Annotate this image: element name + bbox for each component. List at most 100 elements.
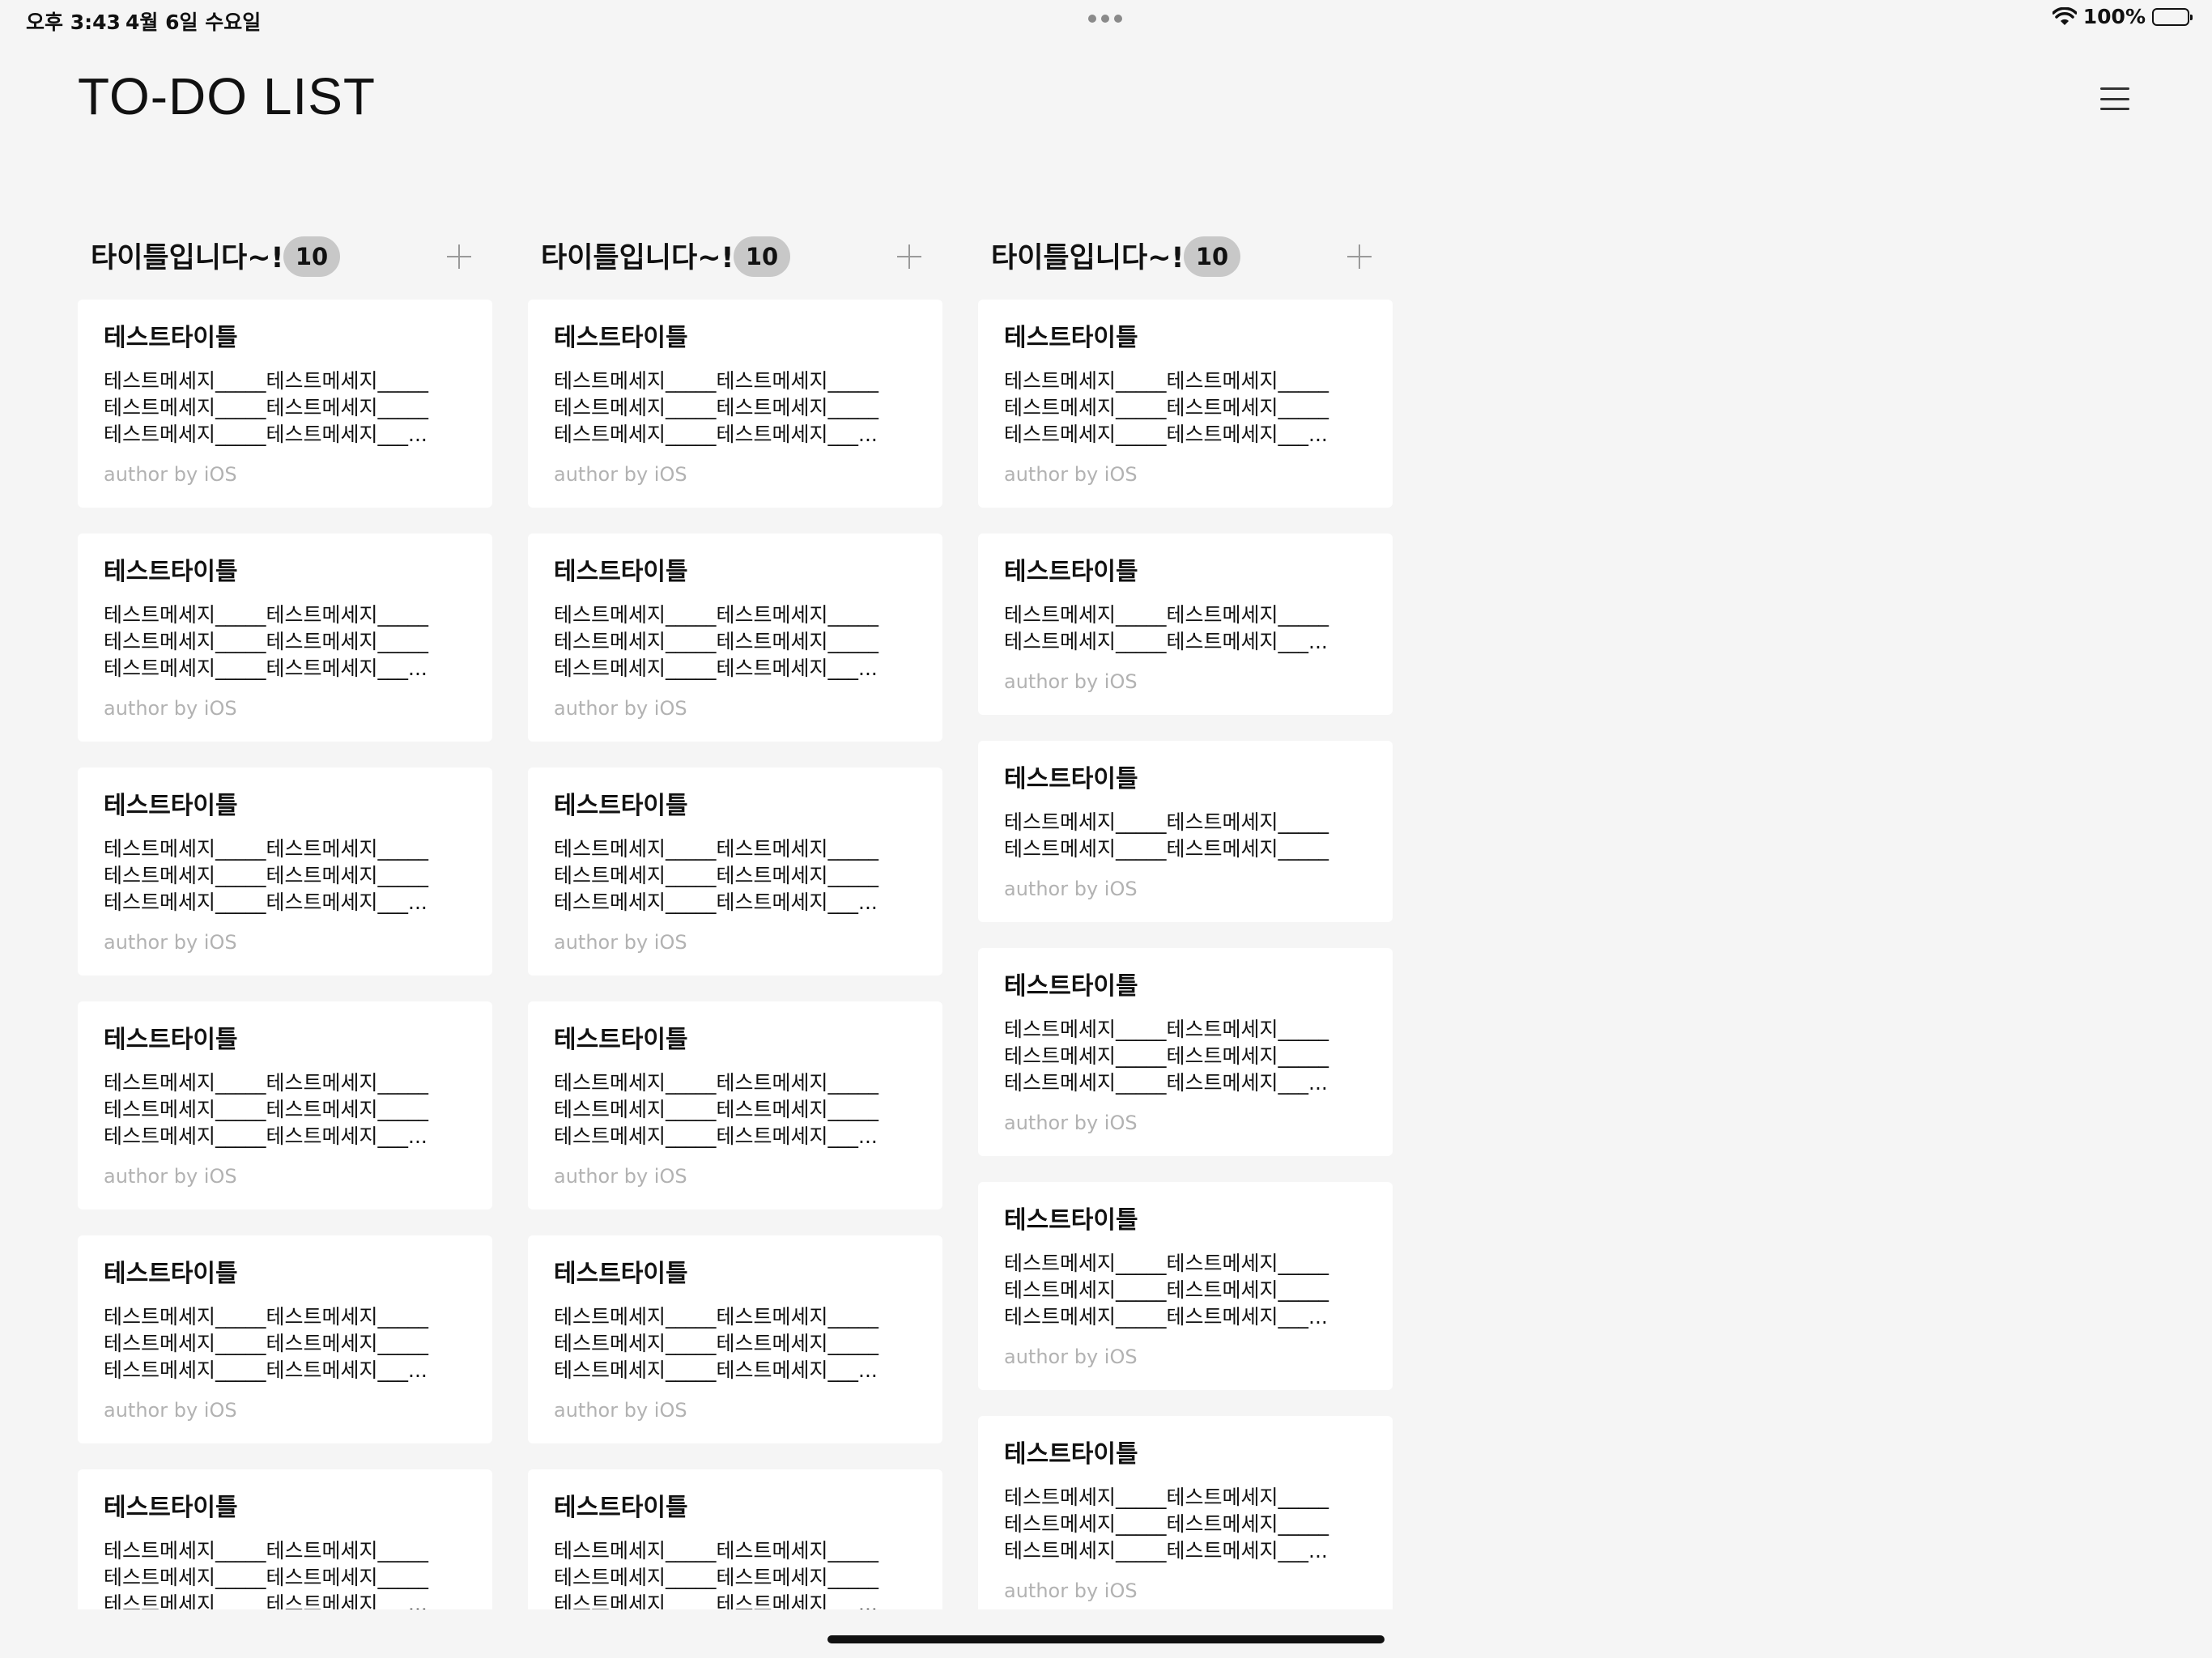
card-title: 테스트타이틀 xyxy=(104,558,238,586)
card-author: author by iOS xyxy=(104,931,237,954)
column-header: 타이틀입니다~! 10 xyxy=(78,233,492,278)
todo-card[interactable]: 테스트타이틀테스트메세지_____테스트메세지_____ 테스트메세지_____… xyxy=(528,1001,942,1209)
column-header: 타이틀입니다~! 10 xyxy=(528,233,942,278)
card-title: 테스트타이틀 xyxy=(104,1494,238,1522)
todo-card[interactable]: 테스트타이틀테스트메세지_____테스트메세지_____ 테스트메세지_____… xyxy=(528,1469,942,1609)
column-3: 타이틀입니다~! 10 테스트타이틀테스트메세지_____테스트메세지_____… xyxy=(978,233,1393,1609)
card-body: 테스트메세지_____테스트메세지_____ 테스트메세지_____테스트메세지… xyxy=(554,837,879,914)
card-body: 테스트메세지_____테스트메세지_____ 테스트메세지_____테스트메세지… xyxy=(554,1071,879,1148)
card-title: 테스트타이틀 xyxy=(1004,765,1138,793)
column-count-badge: 10 xyxy=(1184,236,1240,277)
card-title: 테스트타이틀 xyxy=(1004,1440,1138,1469)
add-card-icon[interactable] xyxy=(897,244,921,269)
card-body: 테스트메세지_____테스트메세지_____ 테스트메세지_____테스트메세지… xyxy=(104,603,429,680)
todo-card[interactable]: 테스트타이틀테스트메세지_____테스트메세지_____ 테스트메세지_____… xyxy=(978,1416,1393,1609)
card-title: 테스트타이틀 xyxy=(1004,1206,1138,1235)
card-author: author by iOS xyxy=(1004,1112,1138,1134)
home-indicator[interactable] xyxy=(827,1635,1385,1643)
card-list: 테스트타이틀테스트메세지_____테스트메세지_____ 테스트메세지_____… xyxy=(978,300,1393,1609)
status-indicators: 100% xyxy=(2052,5,2193,28)
battery-percentage: 100% xyxy=(2082,5,2146,28)
todo-card[interactable]: 테스트타이틀테스트메세지_____테스트메세지_____ 테스트메세지_____… xyxy=(528,534,942,742)
card-author: author by iOS xyxy=(104,1399,237,1422)
card-body: 테스트메세지_____테스트메세지_____ 테스트메세지_____테스트메세지… xyxy=(1004,1486,1329,1562)
card-list: 테스트타이틀테스트메세지_____테스트메세지_____ 테스트메세지_____… xyxy=(78,300,492,1609)
kanban-board: 타이틀입니다~! 10 테스트타이틀테스트메세지_____테스트메세지_____… xyxy=(78,233,1397,1609)
card-body: 테스트메세지_____테스트메세지_____ 테스트메세지_____테스트메세지… xyxy=(104,1539,429,1609)
todo-card[interactable]: 테스트타이틀테스트메세지_____테스트메세지_____ 테스트메세지_____… xyxy=(78,300,492,508)
card-author: author by iOS xyxy=(104,463,237,486)
hamburger-menu-icon[interactable] xyxy=(2097,84,2133,113)
card-title: 테스트타이틀 xyxy=(104,324,238,352)
todo-card[interactable]: 테스트타이틀테스트메세지_____테스트메세지_____ 테스트메세지_____… xyxy=(978,741,1393,922)
todo-card[interactable]: 테스트타이틀테스트메세지_____테스트메세지_____ 테스트메세지_____… xyxy=(978,1182,1393,1390)
card-title: 테스트타이틀 xyxy=(554,792,688,820)
card-body: 테스트메세지_____테스트메세지_____ 테스트메세지_____테스트메세지… xyxy=(554,1539,879,1609)
card-author: author by iOS xyxy=(1004,463,1138,486)
card-title: 테스트타이틀 xyxy=(104,792,238,820)
todo-card[interactable]: 테스트타이틀테스트메세지_____테스트메세지_____ 테스트메세지_____… xyxy=(78,1001,492,1209)
column-2: 타이틀입니다~! 10 테스트타이틀테스트메세지_____테스트메세지_____… xyxy=(528,233,942,1609)
page-title: TO-DO LIST xyxy=(78,67,376,125)
card-author: author by iOS xyxy=(554,463,687,486)
column-count-badge: 10 xyxy=(734,236,790,277)
card-author: author by iOS xyxy=(554,1165,687,1188)
card-body: 테스트메세지_____테스트메세지_____ 테스트메세지_____테스트메세지… xyxy=(104,369,429,446)
card-title: 테스트타이틀 xyxy=(554,558,688,586)
card-author: author by iOS xyxy=(1004,1579,1138,1602)
todo-card[interactable]: 테스트타이틀테스트메세지_____테스트메세지_____ 테스트메세지_____… xyxy=(78,1469,492,1609)
card-body: 테스트메세지_____테스트메세지_____ 테스트메세지_____테스트메세지… xyxy=(104,837,429,914)
card-title: 테스트타이틀 xyxy=(554,1494,688,1522)
column-title: 타이틀입니다~! xyxy=(991,242,1185,274)
card-author: author by iOS xyxy=(104,1165,237,1188)
card-author: author by iOS xyxy=(1004,1346,1138,1368)
card-title: 테스트타이틀 xyxy=(1004,972,1138,1001)
battery-icon xyxy=(2152,7,2193,26)
todo-card[interactable]: 테스트타이틀테스트메세지_____테스트메세지_____ 테스트메세지_____… xyxy=(978,300,1393,508)
card-list: 테스트타이틀테스트메세지_____테스트메세지_____ 테스트메세지_____… xyxy=(528,300,942,1609)
card-author: author by iOS xyxy=(554,931,687,954)
card-body: 테스트메세지_____테스트메세지_____ 테스트메세지_____테스트메세지… xyxy=(1004,1018,1329,1095)
card-body: 테스트메세지_____테스트메세지_____ 테스트메세지_____테스트메세지… xyxy=(1004,1252,1329,1329)
card-body: 테스트메세지_____테스트메세지_____ 테스트메세지_____테스트메세지… xyxy=(104,1071,429,1148)
todo-card[interactable]: 테스트타이틀테스트메세지_____테스트메세지_____ 테스트메세지_____… xyxy=(978,948,1393,1156)
card-title: 테스트타이틀 xyxy=(554,1260,688,1288)
column-header: 타이틀입니다~! 10 xyxy=(978,233,1393,278)
add-card-icon[interactable] xyxy=(1347,244,1372,269)
status-date: 4월 6일 수요일 xyxy=(125,11,262,34)
add-card-icon[interactable] xyxy=(447,244,471,269)
column-title: 타이틀입니다~! xyxy=(91,242,284,274)
card-body: 테스트메세지_____테스트메세지_____ 테스트메세지_____테스트메세지… xyxy=(554,1305,879,1382)
todo-card[interactable]: 테스트타이틀테스트메세지_____테스트메세지_____ 테스트메세지_____… xyxy=(528,1235,942,1443)
wifi-icon xyxy=(2052,6,2077,27)
card-title: 테스트타이틀 xyxy=(1004,324,1138,352)
todo-card[interactable]: 테스트타이틀테스트메세지_____테스트메세지_____ 테스트메세지_____… xyxy=(78,1235,492,1443)
status-time: 오후 3:43 xyxy=(26,11,121,34)
card-title: 테스트타이틀 xyxy=(554,324,688,352)
status-bar: 오후 3:43 4월 6일 수요일 100% xyxy=(0,0,2212,40)
todo-card[interactable]: 테스트타이틀테스트메세지_____테스트메세지_____ 테스트메세지_____… xyxy=(528,300,942,508)
column-title: 타이틀입니다~! xyxy=(541,242,734,274)
card-author: author by iOS xyxy=(554,1399,687,1422)
card-author: author by iOS xyxy=(1004,878,1138,900)
card-body: 테스트메세지_____테스트메세지_____ 테스트메세지_____테스트메세지… xyxy=(1004,810,1329,861)
card-author: author by iOS xyxy=(554,697,687,720)
card-body: 테스트메세지_____테스트메세지_____ 테스트메세지_____테스트메세지… xyxy=(1004,603,1329,653)
card-body: 테스트메세지_____테스트메세지_____ 테스트메세지_____테스트메세지… xyxy=(104,1305,429,1382)
card-title: 테스트타이틀 xyxy=(1004,558,1138,586)
card-title: 테스트타이틀 xyxy=(104,1260,238,1288)
todo-card[interactable]: 테스트타이틀테스트메세지_____테스트메세지_____ 테스트메세지_____… xyxy=(78,534,492,742)
card-body: 테스트메세지_____테스트메세지_____ 테스트메세지_____테스트메세지… xyxy=(1004,369,1329,446)
column-count-badge: 10 xyxy=(283,236,340,277)
card-author: author by iOS xyxy=(1004,670,1138,693)
multitasking-dots-icon[interactable] xyxy=(1088,15,1122,23)
card-title: 테스트타이틀 xyxy=(104,1026,238,1054)
card-title: 테스트타이틀 xyxy=(554,1026,688,1054)
card-author: author by iOS xyxy=(104,697,237,720)
column-1: 타이틀입니다~! 10 테스트타이틀테스트메세지_____테스트메세지_____… xyxy=(78,233,492,1609)
todo-card[interactable]: 테스트타이틀테스트메세지_____테스트메세지_____ 테스트메세지_____… xyxy=(78,767,492,976)
todo-card[interactable]: 테스트타이틀테스트메세지_____테스트메세지_____ 테스트메세지_____… xyxy=(978,534,1393,715)
todo-card[interactable]: 테스트타이틀테스트메세지_____테스트메세지_____ 테스트메세지_____… xyxy=(528,767,942,976)
card-body: 테스트메세지_____테스트메세지_____ 테스트메세지_____테스트메세지… xyxy=(554,369,879,446)
card-body: 테스트메세지_____테스트메세지_____ 테스트메세지_____테스트메세지… xyxy=(554,603,879,680)
